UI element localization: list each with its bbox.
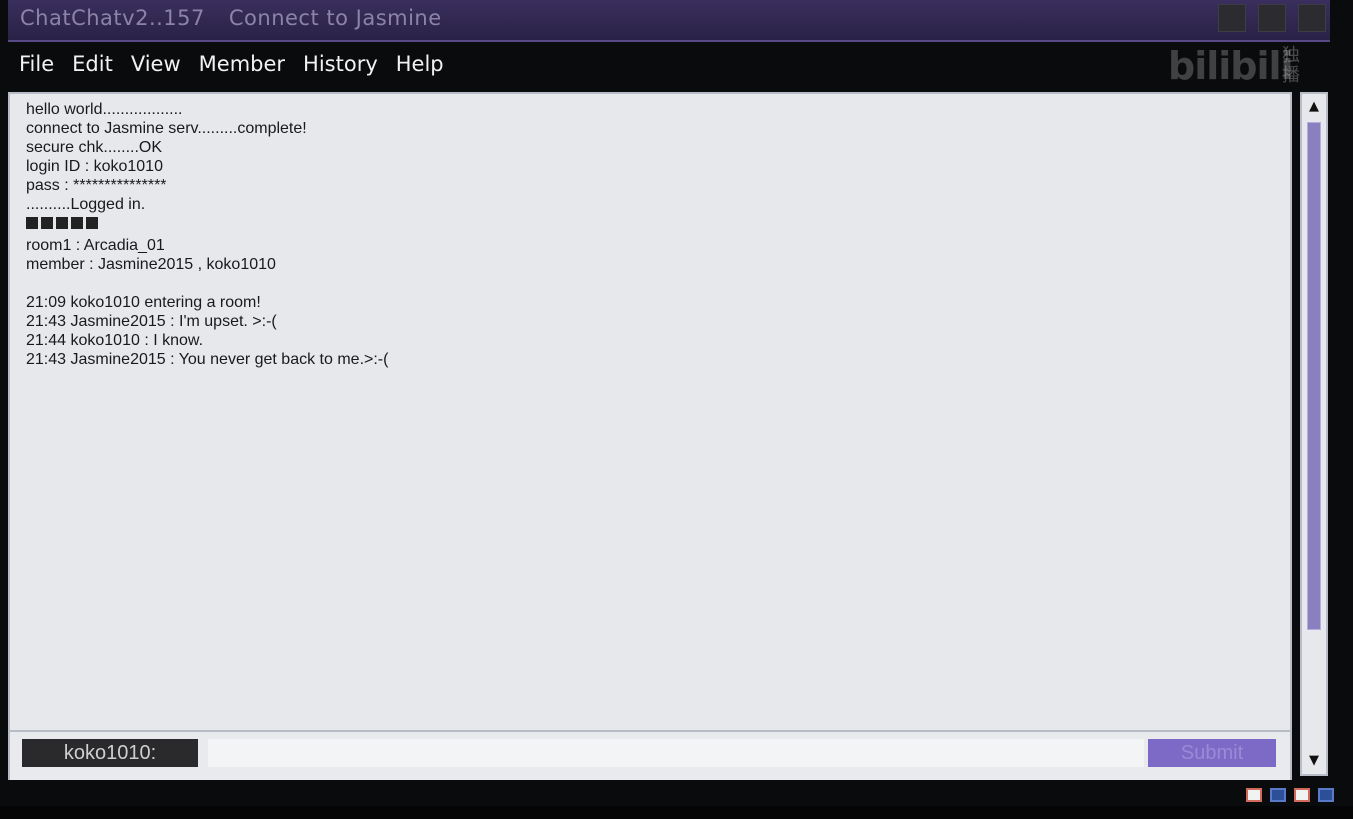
close-button[interactable] xyxy=(1298,4,1326,32)
log-line: connect to Jasmine serv.........complete… xyxy=(26,120,307,137)
progress-block xyxy=(86,217,98,229)
watermark-tag: 独播 xyxy=(1282,45,1300,86)
chat-message: 21:09 koko1010 entering a room! xyxy=(26,294,261,311)
menu-file[interactable]: File xyxy=(10,48,63,80)
connection-title: Connect to Jasmine xyxy=(228,6,442,30)
menu-member[interactable]: Member xyxy=(190,48,294,80)
message-input[interactable] xyxy=(208,739,1144,767)
menu-view[interactable]: View xyxy=(122,48,190,80)
tray-window-icon[interactable] xyxy=(1270,788,1286,802)
progress-block xyxy=(41,217,53,229)
scrollbar[interactable]: ▲ ▼ xyxy=(1300,92,1328,776)
scroll-up-icon[interactable]: ▲ xyxy=(1304,96,1324,118)
tray-window-icon[interactable] xyxy=(1318,788,1334,802)
log-line: room1 : Arcadia_01 xyxy=(26,237,165,254)
chat-message: 21:43 Jasmine2015 : You never get back t… xyxy=(26,351,389,368)
tray-window-icon[interactable] xyxy=(1294,788,1310,802)
menu-help[interactable]: Help xyxy=(387,48,453,80)
log-line: login ID : koko1010 xyxy=(26,158,163,175)
chat-window: hello world.................. connect to… xyxy=(8,92,1292,780)
log-line: hello world.................. xyxy=(26,101,183,118)
watermark-logo: bilibili xyxy=(1168,44,1294,88)
progress-block xyxy=(56,217,68,229)
submit-button[interactable]: Submit xyxy=(1148,739,1276,767)
log-line: secure chk........OK xyxy=(26,139,163,156)
progress-blocks xyxy=(26,214,1266,236)
menu-edit[interactable]: Edit xyxy=(63,48,122,80)
scroll-down-icon[interactable]: ▼ xyxy=(1304,750,1324,772)
app-name: ChatChatv2..157 xyxy=(20,6,205,30)
progress-block xyxy=(71,217,83,229)
scroll-thumb[interactable] xyxy=(1307,122,1321,630)
tray-window-icon[interactable] xyxy=(1246,788,1262,802)
minimize-button[interactable] xyxy=(1218,4,1246,32)
system-tray xyxy=(1246,788,1334,802)
bilibili-watermark: bilibili 独播 xyxy=(1168,44,1308,92)
composer: koko1010: Submit xyxy=(10,730,1290,780)
title-bar: ChatChatv2..157 Connect to Jasmine xyxy=(8,0,1330,42)
log-line: ..........Logged in. xyxy=(26,196,146,213)
progress-block xyxy=(26,217,38,229)
taskbar-edge xyxy=(0,806,1353,819)
log-line: member : Jasmine2015 , koko1010 xyxy=(26,256,276,273)
chat-log: hello world.................. connect to… xyxy=(26,100,1266,369)
chat-message: 21:44 koko1010 : I know. xyxy=(26,332,204,349)
menu-history[interactable]: History xyxy=(294,48,387,80)
menu-bar: File Edit View Member History Help xyxy=(10,48,453,80)
window-title: ChatChatv2..157 Connect to Jasmine xyxy=(20,6,442,30)
maximize-button[interactable] xyxy=(1258,4,1286,32)
log-line: pass : *************** xyxy=(26,177,167,194)
username-label: koko1010: xyxy=(22,739,198,767)
chat-message: 21:43 Jasmine2015 : I'm upset. >:-( xyxy=(26,313,277,330)
